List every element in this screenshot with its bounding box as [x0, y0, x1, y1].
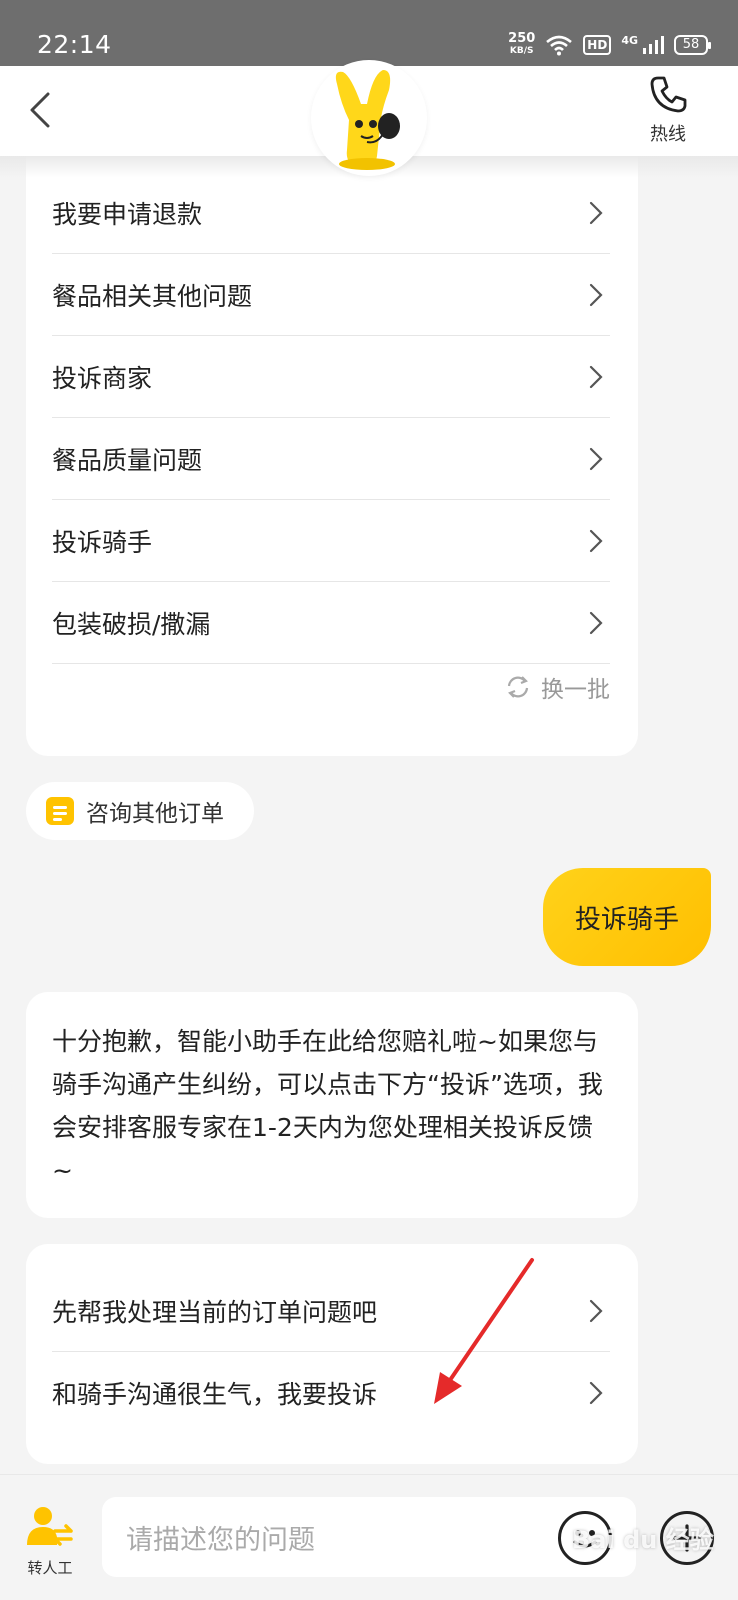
agent-transfer-icon [27, 1507, 73, 1546]
chevron-right-icon [589, 1299, 603, 1322]
option-label: 先帮我处理当前的订单问题吧 [52, 1297, 378, 1327]
input-placeholder: 请描述您的问题 [126, 1524, 315, 1556]
hotline-label: 热线 [650, 124, 686, 145]
chevron-right-icon [589, 283, 603, 306]
document-icon [46, 797, 74, 825]
bot-reply-bubble: 十分抱歉，智能小助手在此给您赔礼啦~如果您与骑手沟通产生纠纷，可以点击下方“投诉… [26, 992, 638, 1218]
topic-item[interactable]: 我要申请退款 [52, 172, 610, 254]
watermark-logo: Bai du 经验 [572, 1526, 714, 1554]
refresh-button[interactable]: 换一批 [505, 670, 610, 704]
transfer-agent-button[interactable]: 转人工 [22, 1505, 78, 1578]
topic-item[interactable]: 餐品相关其他问题 [52, 254, 610, 336]
topic-item[interactable]: 投诉骑手 [52, 500, 610, 582]
transfer-label: 转人工 [27, 1559, 73, 1577]
phone-icon [650, 76, 687, 113]
hd-badge: HD [583, 35, 612, 55]
wifi-icon [546, 35, 573, 56]
message-input[interactable]: 请描述您的问题 [102, 1497, 636, 1577]
option-item-complain[interactable]: 和骑手沟通很生气，我要投诉 [52, 1352, 610, 1434]
network-speed: 250 KB/S [508, 31, 536, 56]
other-order-label: 咨询其他订单 [86, 801, 224, 827]
topic-item[interactable]: 投诉商家 [52, 336, 610, 418]
topic-card: 我要申请退款 餐品相关其他问题 投诉商家 餐品质量问题 投诉骑手 包装破损/撒漏… [26, 130, 638, 756]
options-card: 先帮我处理当前的订单问题吧 和骑手沟通很生气，我要投诉 [26, 1244, 638, 1464]
chevron-right-icon [589, 365, 603, 388]
chevron-right-icon [589, 447, 603, 470]
consult-other-order-button[interactable]: 咨询其他订单 [26, 782, 254, 840]
chevron-right-icon [589, 1381, 603, 1405]
topic-label: 投诉商家 [52, 363, 153, 393]
hotline-button[interactable]: 热线 [638, 74, 698, 146]
battery-indicator: 58 [674, 35, 711, 55]
status-time: 22:14 [37, 30, 112, 59]
signal-icon [643, 36, 664, 54]
chevron-right-icon [589, 529, 603, 552]
mascot-icon [335, 70, 400, 170]
bot-reply-text: 十分抱歉，智能小助手在此给您赔礼啦~如果您与骑手沟通产生纠纷，可以点击下方“投诉… [52, 1027, 603, 1185]
user-message-bubble: 投诉骑手 [543, 868, 711, 966]
topic-label: 投诉骑手 [52, 527, 153, 557]
option-item[interactable]: 先帮我处理当前的订单问题吧 [52, 1270, 610, 1352]
back-icon[interactable] [22, 88, 62, 132]
refresh-label: 换一批 [541, 677, 610, 703]
option-label: 和骑手沟通很生气，我要投诉 [52, 1380, 378, 1409]
assistant-avatar [311, 60, 427, 176]
topic-item[interactable]: 包装破损/撒漏 [52, 582, 610, 664]
network-type: 4G [621, 33, 638, 47]
topic-label: 餐品质量问题 [52, 445, 203, 475]
status-bar: 22:14 250 KB/S HD 4G 58 [0, 0, 738, 66]
chevron-right-icon [589, 611, 603, 634]
refresh-icon [507, 676, 529, 698]
topic-label: 餐品相关其他问题 [52, 281, 253, 311]
topic-item[interactable]: 餐品质量问题 [52, 418, 610, 500]
topic-label: 包装破损/撒漏 [52, 609, 211, 639]
status-icons: 250 KB/S HD 4G 58 [508, 28, 711, 62]
chevron-right-icon [589, 201, 603, 224]
topic-label: 我要申请退款 [52, 199, 203, 229]
